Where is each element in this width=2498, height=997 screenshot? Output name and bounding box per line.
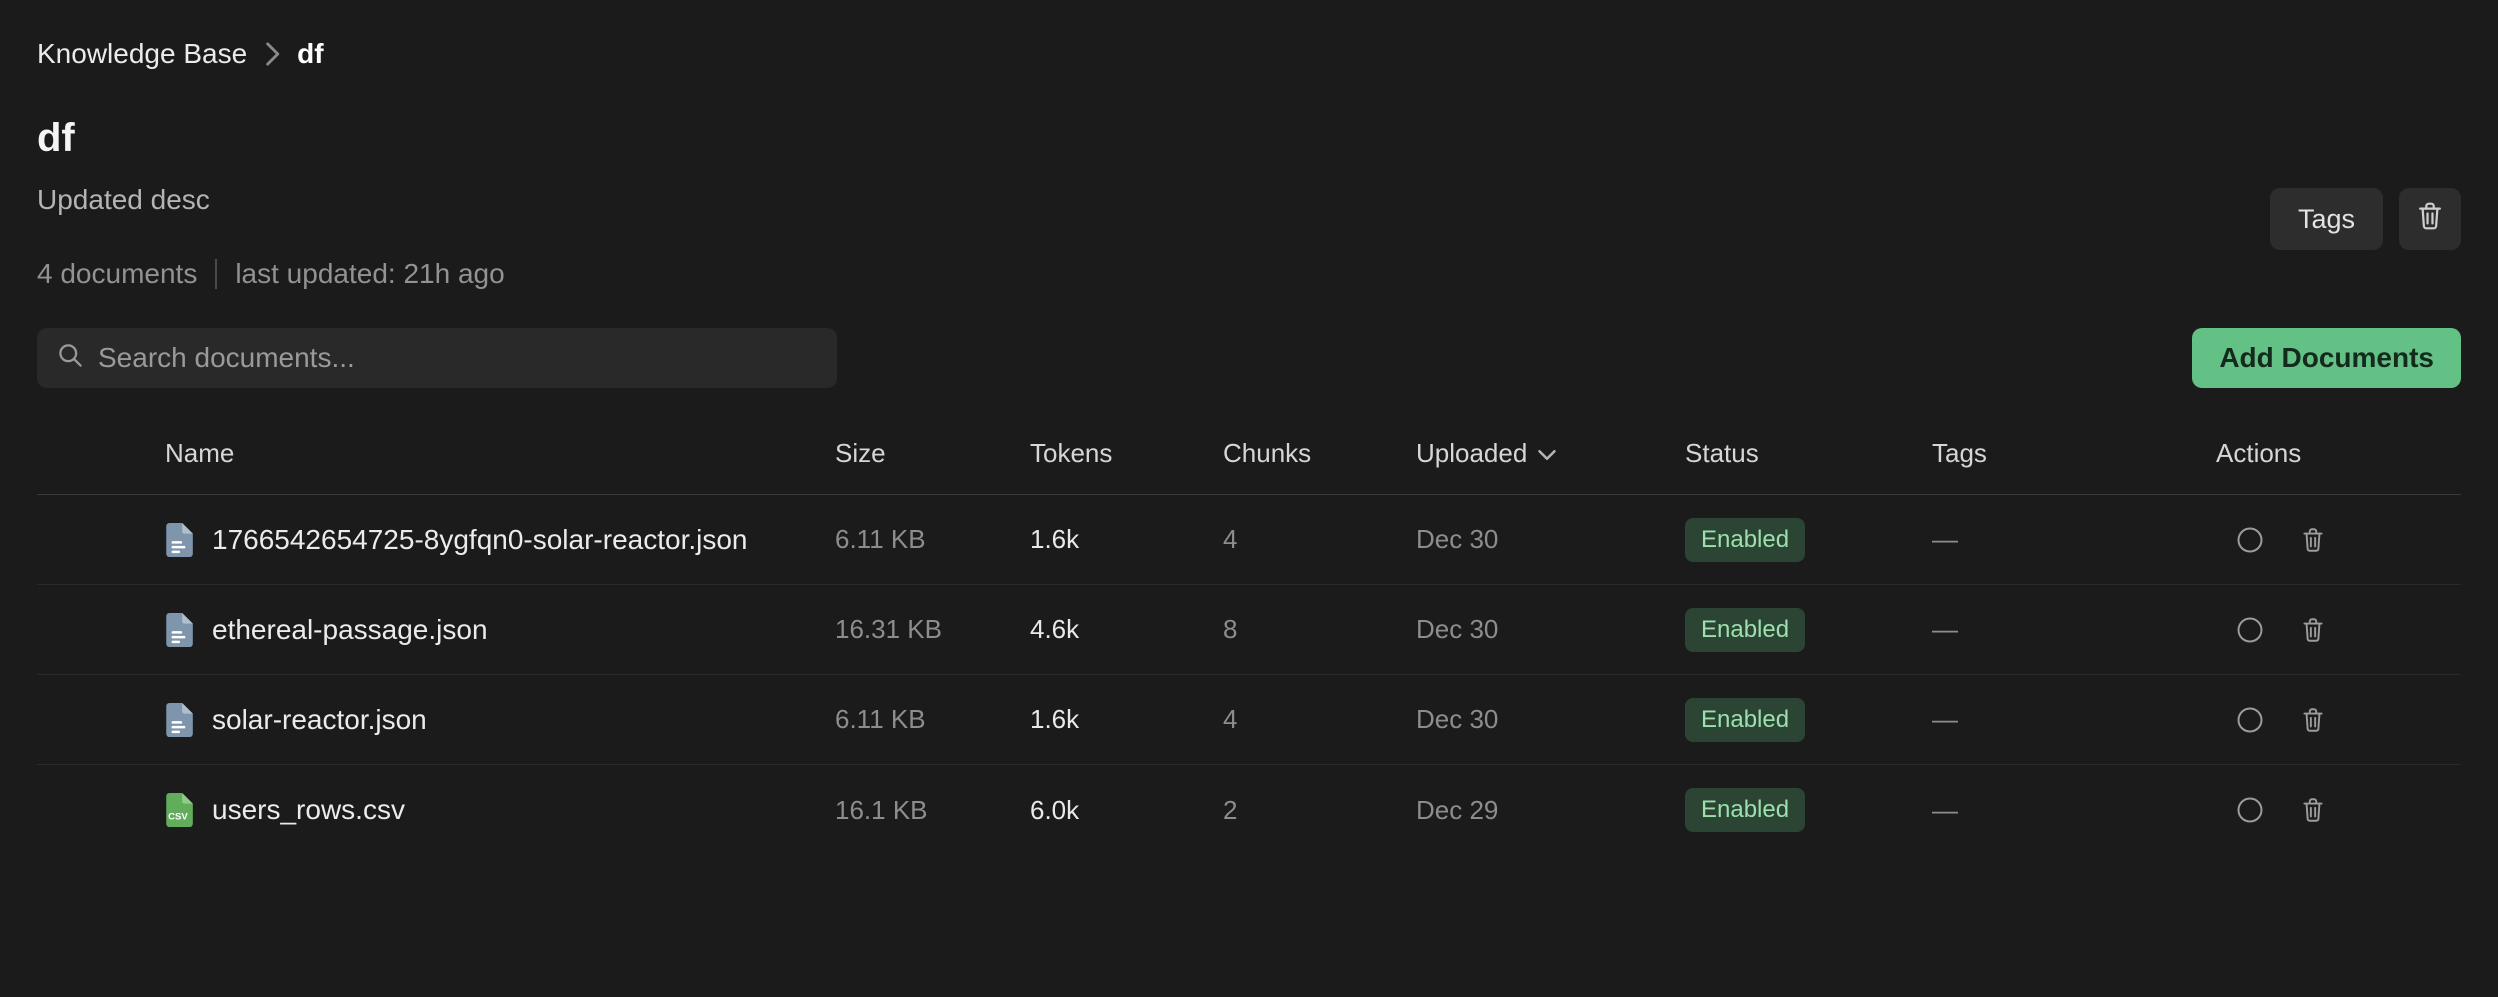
document-size: 6.11 KB	[835, 704, 1030, 735]
table-row: CSV users_rows.csv 16.1 KB 6.0k 2 Dec 29…	[37, 765, 2461, 855]
toggle-status-icon[interactable]	[2236, 706, 2264, 734]
chevron-right-icon	[263, 41, 281, 67]
delete-row-trash-icon[interactable]	[2300, 706, 2326, 734]
meta-divider	[215, 259, 217, 289]
row-actions	[2216, 706, 2461, 734]
breadcrumb-current: df	[297, 38, 323, 70]
column-header-actions: Actions	[2216, 438, 2461, 469]
breadcrumb: Knowledge Base df	[37, 0, 2461, 70]
trash-icon	[2415, 200, 2445, 239]
knowledge-base-detail-page: Knowledge Base df df Updated desc 4 docu…	[0, 0, 2498, 997]
status-badge: Enabled	[1685, 518, 1805, 562]
toggle-status-icon[interactable]	[2236, 526, 2264, 554]
delete-row-trash-icon[interactable]	[2300, 616, 2326, 644]
document-tags: —	[1932, 795, 2216, 826]
csv-file-icon: CSV	[165, 793, 193, 827]
column-header-uploaded-label: Uploaded	[1416, 438, 1527, 469]
column-header-name[interactable]: Name	[133, 438, 835, 469]
document-tokens: 1.6k	[1030, 524, 1223, 555]
svg-text:CSV: CSV	[168, 812, 188, 823]
add-documents-button[interactable]: Add Documents	[2192, 328, 2461, 388]
document-name[interactable]: solar-reactor.json	[212, 704, 427, 736]
document-uploaded: Dec 29	[1416, 795, 1685, 826]
document-chunks: 8	[1223, 614, 1416, 645]
json-file-icon	[165, 703, 193, 737]
column-header-chunks[interactable]: Chunks	[1223, 438, 1416, 469]
delete-row-trash-icon[interactable]	[2300, 796, 2326, 824]
column-header-uploaded[interactable]: Uploaded	[1416, 438, 1685, 469]
documents-table: Name Size Tokens Chunks Uploaded Status …	[37, 413, 2461, 855]
row-actions	[2216, 526, 2461, 554]
search-input[interactable]	[98, 342, 817, 374]
toggle-status-icon[interactable]	[2236, 796, 2264, 824]
row-actions	[2216, 616, 2461, 644]
header-actions: Tags	[2270, 188, 2461, 250]
document-size: 16.1 KB	[835, 795, 1030, 826]
toggle-status-icon[interactable]	[2236, 616, 2264, 644]
status-badge: Enabled	[1685, 608, 1805, 652]
table-header-row: Name Size Tokens Chunks Uploaded Status …	[37, 413, 2461, 495]
document-size: 6.11 KB	[835, 524, 1030, 555]
column-header-status[interactable]: Status	[1685, 438, 1932, 469]
search-icon	[57, 342, 84, 374]
column-header-tokens[interactable]: Tokens	[1030, 438, 1223, 469]
kb-meta: 4 documents last updated: 21h ago	[37, 258, 2461, 290]
kb-description: Updated desc	[37, 184, 2461, 216]
doc-count: 4 documents	[37, 258, 197, 290]
documents-toolbar: Add Documents	[37, 328, 2461, 388]
breadcrumb-knowledge-base-link[interactable]: Knowledge Base	[37, 38, 247, 70]
document-tokens: 4.6k	[1030, 614, 1223, 645]
document-chunks: 4	[1223, 524, 1416, 555]
status-badge: Enabled	[1685, 698, 1805, 742]
document-uploaded: Dec 30	[1416, 614, 1685, 645]
document-tokens: 1.6k	[1030, 704, 1223, 735]
tags-button[interactable]: Tags	[2270, 188, 2383, 250]
table-row: CSV solar-reactor.json 6.11 KB 1.6k 4 De…	[37, 675, 2461, 765]
table-row: CSV 1766542654725-8ygfqn0-solar-reactor.…	[37, 495, 2461, 585]
document-chunks: 4	[1223, 704, 1416, 735]
document-name[interactable]: 1766542654725-8ygfqn0-solar-reactor.json	[212, 524, 748, 556]
chevron-down-icon	[1537, 438, 1557, 469]
document-name[interactable]: users_rows.csv	[212, 794, 405, 826]
row-actions	[2216, 796, 2461, 824]
json-file-icon	[165, 523, 193, 557]
json-file-icon	[165, 613, 193, 647]
document-tags: —	[1932, 524, 2216, 555]
column-header-tags[interactable]: Tags	[1932, 438, 2216, 469]
document-uploaded: Dec 30	[1416, 704, 1685, 735]
page-title: df	[37, 118, 2461, 158]
delete-kb-button[interactable]	[2399, 188, 2461, 250]
delete-row-trash-icon[interactable]	[2300, 526, 2326, 554]
search-box[interactable]	[37, 328, 837, 388]
document-tags: —	[1932, 614, 2216, 645]
table-body: CSV 1766542654725-8ygfqn0-solar-reactor.…	[37, 495, 2461, 855]
last-updated: last updated: 21h ago	[235, 258, 504, 290]
status-badge: Enabled	[1685, 788, 1805, 832]
document-tokens: 6.0k	[1030, 795, 1223, 826]
document-uploaded: Dec 30	[1416, 524, 1685, 555]
column-header-size[interactable]: Size	[835, 438, 1030, 469]
document-size: 16.31 KB	[835, 614, 1030, 645]
document-chunks: 2	[1223, 795, 1416, 826]
table-row: CSV ethereal-passage.json 16.31 KB 4.6k …	[37, 585, 2461, 675]
document-tags: —	[1932, 704, 2216, 735]
document-name[interactable]: ethereal-passage.json	[212, 614, 488, 646]
kb-header: df Updated desc 4 documents last updated…	[37, 118, 2461, 290]
